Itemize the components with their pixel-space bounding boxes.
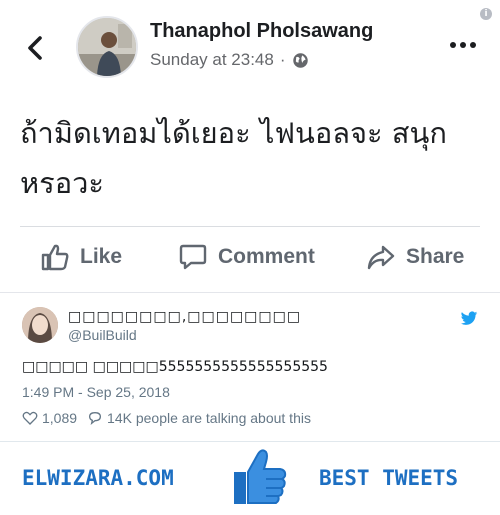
divider: [20, 226, 480, 227]
tweet-display-name[interactable]: □□□□□□□□,□□□□□□□□: [68, 309, 301, 325]
comment-label: Comment: [218, 245, 315, 268]
like-label: Like: [80, 245, 123, 268]
talking-count: 14K people are talking about this: [107, 410, 311, 426]
thumbs-up-logo-icon: [234, 449, 287, 504]
tweet-avatar[interactable]: [22, 307, 58, 343]
tweet-like-stat[interactable]: 1,089: [22, 410, 77, 426]
tweet-talking-stat[interactable]: 14K people are talking about this: [87, 410, 311, 426]
share-label: Share: [406, 245, 465, 268]
tweet-timestamp[interactable]: 1:49 PM - Sep 25, 2018: [22, 384, 170, 400]
twitter-bird-icon[interactable]: [460, 309, 478, 327]
post-meta: Sunday at 23:48 ·: [150, 50, 309, 70]
info-icon[interactable]: i: [480, 8, 492, 20]
comment-button[interactable]: Comment: [178, 236, 315, 278]
post-text: ถ้ามิดเทอมได้เยอะ ไฟนอลจะ สนุกหรอวะ: [20, 116, 447, 200]
watermark-footer: ELWIZARA.COM BEST TWEETS: [0, 442, 500, 515]
meta-separator: ·: [279, 50, 286, 69]
author-avatar[interactable]: [76, 16, 138, 78]
tweet-card: □□□□□□□□,□□□□□□□□ @BuilBuild □□□□□ □□□□□…: [0, 293, 500, 441]
site-brand: ELWIZARA.COM: [22, 466, 174, 490]
globe-icon: [292, 52, 308, 68]
tweet-stats: 1,089 14K people are talking about this: [22, 410, 321, 426]
heart-icon: [22, 411, 38, 425]
best-tweets-label: BEST TWEETS: [319, 466, 459, 490]
share-arrow-icon: [367, 245, 395, 270]
like-count: 1,089: [42, 410, 78, 426]
reply-bubble-icon: [89, 411, 102, 426]
like-button[interactable]: Like: [40, 236, 122, 278]
post-timestamp[interactable]: Sunday at 23:48: [150, 50, 274, 70]
back-arrow-icon[interactable]: [22, 34, 50, 62]
tweet-handle[interactable]: @BuilBuild: [68, 327, 137, 343]
share-button[interactable]: Share: [366, 236, 464, 278]
tweet-text: □□□□□ □□□□□5555555555555555555: [22, 359, 328, 375]
post-actions: Like Comment Share: [0, 236, 500, 278]
author-name[interactable]: Thanaphol Pholsawang: [150, 20, 373, 43]
more-options-icon[interactable]: [450, 42, 476, 48]
comment-bubble-icon: [179, 244, 207, 270]
facebook-post-card: i Thanaphol Pholsawang Sunday at 23:48 ·…: [0, 0, 500, 292]
thumbs-up-icon: [41, 244, 69, 271]
